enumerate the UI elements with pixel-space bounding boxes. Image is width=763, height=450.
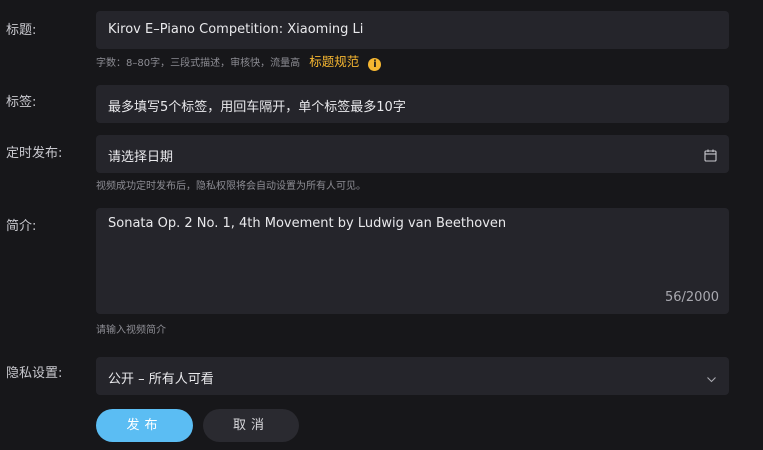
schedule-date-picker[interactable]: 请选择日期 (96, 135, 729, 173)
publish-button[interactable]: 发布 (96, 409, 193, 442)
title-input-value: Kirov E–Piano Competition: Xiaoming Li (108, 22, 364, 37)
privacy-select[interactable]: 公开 – 所有人可看 (96, 357, 729, 395)
description-char-counter: 56/2000 (664, 290, 719, 305)
description-textarea[interactable]: Sonata Op. 2 No. 1, 4th Movement by Ludw… (96, 208, 729, 314)
description-hint: 请输入视频简介 (96, 325, 166, 336)
title-hint-text: 字数：8–80字，三段式描述，审核快，流量高 (96, 58, 301, 69)
calendar-icon[interactable] (704, 147, 717, 166)
description-label: 简介: (6, 219, 37, 234)
schedule-hint: 视频成功定时发布后，隐私权限将会自动设置为所有人可见。 (96, 181, 366, 192)
privacy-selected-value: 公开 – 所有人可看 (108, 372, 214, 387)
description-value: Sonata Op. 2 No. 1, 4th Movement by Ludw… (108, 216, 507, 231)
info-icon[interactable]: i (368, 58, 382, 71)
tags-label: 标签: (6, 95, 37, 110)
cancel-button[interactable]: 取消 (203, 409, 299, 442)
schedule-placeholder: 请选择日期 (108, 150, 174, 165)
title-hint: 字数：8–80字，三段式描述，审核快，流量高 标题规范 i (96, 54, 382, 71)
privacy-label: 隐私设置: (6, 366, 63, 381)
title-label: 标题: (6, 23, 37, 38)
chevron-down-icon[interactable] (706, 370, 717, 389)
title-input[interactable]: Kirov E–Piano Competition: Xiaoming Li (96, 11, 729, 49)
title-rules-link[interactable]: 标题规范 (309, 54, 359, 69)
schedule-label: 定时发布: (6, 146, 63, 161)
tags-input[interactable]: 最多填写5个标签，用回车隔开，单个标签最多10字 (96, 85, 729, 123)
tags-input-placeholder: 最多填写5个标签，用回车隔开，单个标签最多10字 (108, 100, 406, 115)
